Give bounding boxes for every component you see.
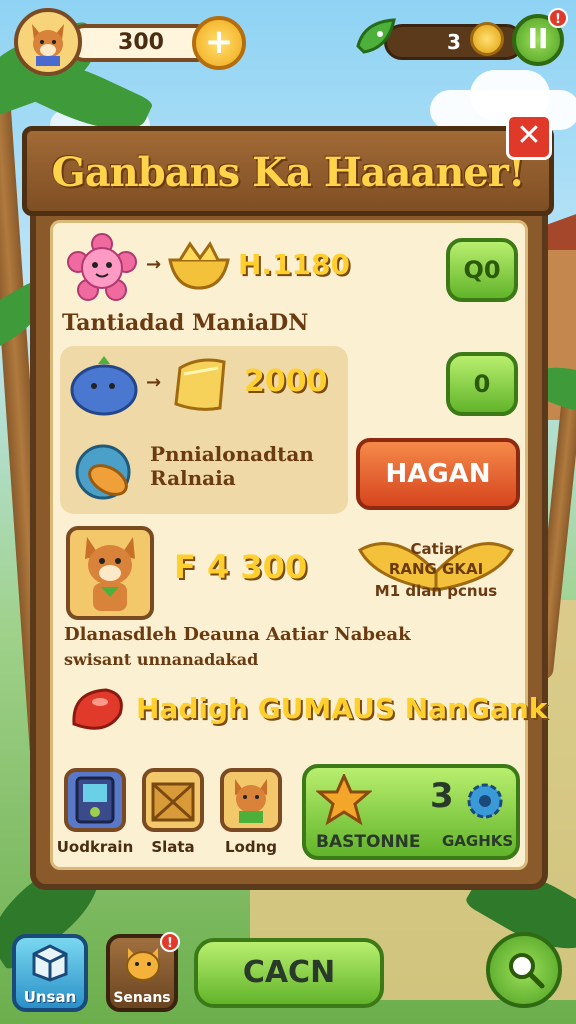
leaf-creature-icon [356, 18, 396, 54]
combo-count: 3 [430, 776, 454, 816]
fox-portrait-frame [66, 526, 154, 620]
senans-button[interactable]: Senans ! [106, 932, 180, 1012]
coin-amount: 300 [118, 30, 164, 55]
slot-label-3: Lodng [224, 838, 278, 856]
highlight-text: Hadigh GUMAUS NanGank [136, 692, 548, 725]
add-coins-button[interactable]: + [192, 16, 246, 70]
combo-left-label: BASTONNE [316, 832, 421, 852]
coin-hud: 300 + [14, 8, 246, 78]
box-icon [32, 944, 68, 982]
gold-star-icon [316, 774, 372, 826]
combo-panel-button[interactable]: 3 BASTONNE GAGHKS [302, 764, 520, 860]
player-avatar[interactable] [14, 8, 82, 76]
reward-amount-1: H.1180 [238, 248, 350, 281]
bonus-text-line3: M1 dlan pcnus [374, 582, 498, 600]
claim-button-2[interactable]: 0 [446, 352, 518, 416]
swirl-fruit-icon [75, 444, 131, 500]
senans-label: Senans [113, 990, 171, 1006]
search-button[interactable] [486, 932, 562, 1008]
hagan-button[interactable]: HAGAN [356, 438, 520, 510]
combo-right-label: GAGHKS [442, 832, 514, 850]
slot-label-2: Slata [151, 838, 195, 856]
slot-slata[interactable] [142, 768, 204, 832]
fox-avatar-icon [32, 24, 64, 66]
cat-face-icon [126, 948, 160, 981]
arrow-icon: → [146, 254, 162, 275]
bonus-text-line1: Catiar [410, 540, 462, 558]
pause-notification-badge: ! [548, 8, 568, 28]
cacn-main-button[interactable]: CACN [194, 938, 384, 1008]
fox-character-icon [85, 537, 135, 611]
search-icon [509, 953, 545, 989]
reward-amount-2: 2000 [244, 364, 328, 399]
reward-label-1: Tantiadad ManiaDN [62, 310, 309, 336]
reward-label-2-line1: Pnnialonadtan [150, 442, 314, 466]
description-line-1: Dlanasdleh Deauna Aatiar Nabeak [64, 624, 411, 645]
senans-notification-badge: ! [160, 932, 180, 952]
dialog-title-plank: Ganbans Ka Haaaner! [22, 126, 554, 216]
dialog-title: Ganbans Ka Haaaner! [51, 149, 526, 196]
blue-gear-icon [467, 783, 503, 819]
resource-count: 3 [447, 30, 461, 54]
reward-amount-3: F 4 300 [174, 548, 308, 586]
resource-hud: 3 II ! [354, 8, 568, 70]
reward-label-2-line2: Ralnaia [150, 466, 236, 490]
arrow-icon-2: → [146, 372, 162, 393]
blue-blob-creature-icon [70, 356, 138, 416]
slot-label-1: Uodkrain [56, 838, 134, 856]
unsan-label: Unsan [23, 988, 77, 1006]
red-chili-icon [72, 688, 123, 730]
crate-icon [151, 782, 195, 822]
flower-creature-icon [67, 233, 137, 301]
description-line-2: swisant unnanadakad [64, 650, 259, 669]
unsan-button[interactable]: Unsan [12, 934, 88, 1012]
gold-bowl-icon [168, 241, 230, 290]
gold-coin-icon [470, 22, 504, 56]
fox-icon [235, 779, 267, 823]
slot-lodng[interactable] [220, 768, 282, 832]
claim-button-1[interactable]: Q0 [446, 238, 518, 302]
bonus-text-line2: RANG GKAI [388, 560, 484, 578]
slot-uodkrain[interactable] [64, 768, 126, 832]
device-icon [75, 776, 115, 824]
close-button[interactable]: ✕ [506, 114, 552, 160]
gold-ingot-icon [174, 358, 226, 411]
